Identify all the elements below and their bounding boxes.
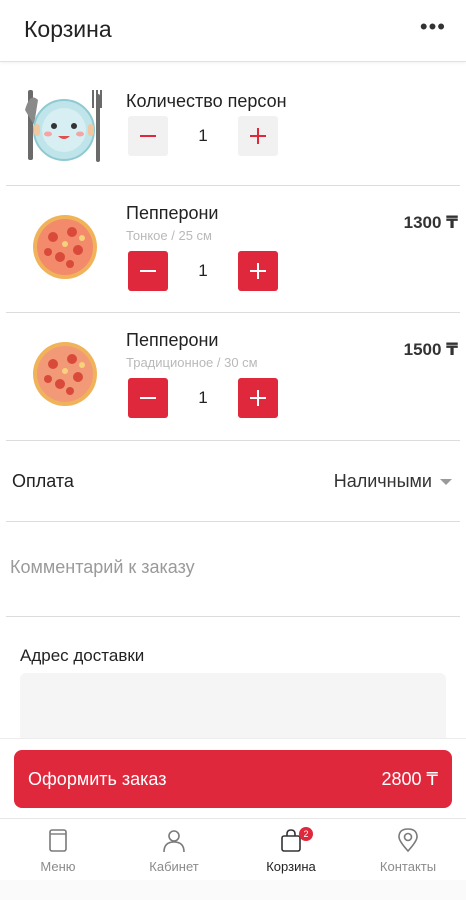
comment-row [6,522,460,617]
checkout-bar: Оформить заказ 2800 ₸ [0,738,466,818]
delivery-address-input[interactable] [20,673,446,745]
persons-plus-button[interactable] [238,116,278,156]
caret-down-icon [440,478,452,485]
item-quantity: 1 [198,388,208,407]
tab-cart[interactable]: 2 Корзина [233,819,349,881]
bottom-tab-bar: Меню Кабинет 2 Корзина Контакты [0,818,466,880]
tab-account[interactable]: Кабинет [116,819,232,881]
more-horizontal-icon[interactable]: ••• [420,14,446,40]
item-plus-button[interactable] [238,251,278,291]
item-variant: Традиционное / 30 см [126,355,258,370]
item-minus-button[interactable] [128,251,168,291]
pizza-image [20,202,110,292]
persons-minus-button[interactable] [128,116,168,156]
checkout-total: 2800 ₸ [381,769,439,789]
item-variant: Тонкое / 25 см [126,228,212,243]
order-comment-input[interactable] [6,542,446,592]
payment-method-value: Наличными [333,471,432,491]
app-header: Корзина ••• [0,0,466,62]
plus-icon [250,128,266,144]
plate-mascot-icon [20,80,110,170]
minus-icon [140,270,156,272]
persons-row: Количество персон 1 [6,64,460,186]
item-quantity: 1 [198,261,208,280]
payment-row: Оплата Наличными [6,441,460,522]
tab-label: Кабинет [149,859,199,874]
persons-label: Количество персон [126,91,287,111]
pizza-image [20,329,110,419]
item-plus-button[interactable] [238,378,278,418]
item-stepper: 1 [126,378,278,418]
user-icon [163,830,185,853]
item-price: 1300 ₸ [403,213,458,232]
persons-stepper: 1 [126,116,278,156]
item-minus-button[interactable] [128,378,168,418]
tab-label: Корзина [266,859,316,874]
payment-label: Оплата [12,471,74,491]
address-label: Адрес доставки [20,646,145,665]
item-name: Пепперони [126,203,219,223]
cart-item: Пепперони Традиционное / 30 см 1 1500 ₸ [6,313,460,441]
plus-icon [250,390,266,406]
plus-icon [250,263,266,279]
location-pin-icon [398,828,418,853]
page-title: Корзина [24,16,112,42]
tab-label: Контакты [379,859,437,874]
menu-page-icon [49,829,67,852]
item-price: 1500 ₸ [403,340,458,359]
tab-contacts[interactable]: Контакты [350,819,466,881]
minus-icon [140,397,156,399]
payment-method-select[interactable]: Наличными [334,471,452,492]
checkout-button[interactable]: Оформить заказ 2800 ₸ [14,750,452,808]
item-name: Пепперони [126,330,219,350]
item-stepper: 1 [126,251,278,291]
checkout-label: Оформить заказ [28,769,167,789]
minus-icon [140,135,156,137]
system-bar [0,880,466,900]
cart-item: Пепперони Тонкое / 25 см 1 1300 ₸ [6,186,460,313]
persons-quantity: 1 [198,126,208,145]
tab-label: Меню [40,859,76,874]
cart-count-badge: 2 [299,827,313,841]
tab-menu[interactable]: Меню [0,819,116,881]
